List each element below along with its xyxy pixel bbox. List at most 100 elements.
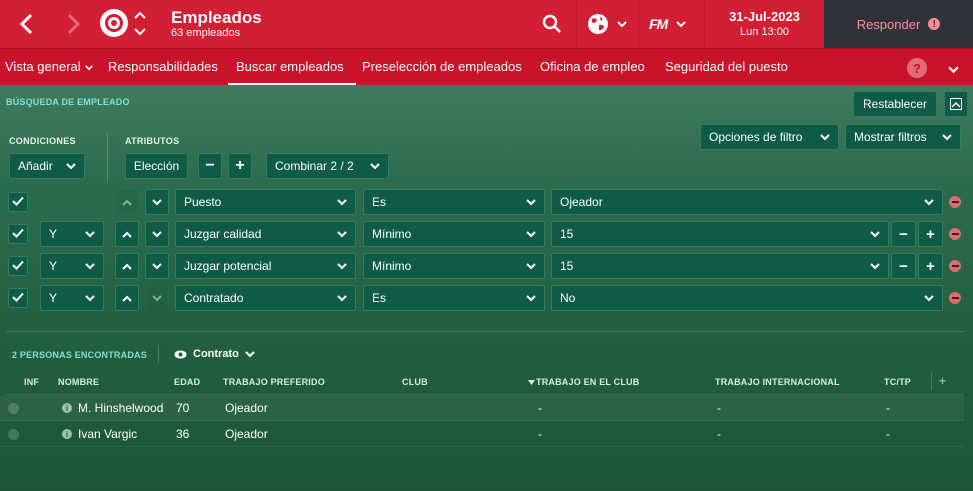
cell-name[interactable]: Ivan Vargic [78,427,137,441]
fm-menu-button[interactable]: FM [649,12,686,36]
forward-arrow-icon[interactable] [60,10,88,38]
attributes-label: ATRIBUTOS [125,136,180,146]
move-down-button[interactable] [145,189,169,215]
chevron-down-icon [870,230,880,238]
chevron-down-icon [370,162,380,170]
col-nombre[interactable]: NOMBRE [58,377,99,387]
move-down-button[interactable] [145,221,169,247]
filter-field-dropdown[interactable]: Juzgar calidad [175,221,356,247]
filter-operator-dropdown[interactable]: Mínimo [363,253,545,279]
respond-button[interactable]: Responder ! [824,0,973,48]
tab-vista-general[interactable]: Vista general [5,49,93,86]
filter-logic-dropdown[interactable]: Y [40,285,104,311]
filter-enabled-checkbox[interactable] [8,192,28,212]
value-decrease-button[interactable]: − [891,221,916,247]
move-up-button[interactable] [115,285,139,311]
filter-logic-dropdown[interactable]: Y [40,253,104,279]
value-decrease-button[interactable]: − [891,253,916,279]
move-up-button[interactable] [115,221,139,247]
reset-button[interactable]: Restablecer [853,91,937,117]
chevron-down-icon[interactable] [948,61,959,79]
col-trabajo-preferido[interactable]: TRABAJO PREFERIDO [223,377,325,387]
show-filters-dropdown[interactable]: Mostrar filtros [845,124,961,150]
collapse-icon [950,98,962,110]
search-icon[interactable] [542,12,562,36]
help-icon[interactable]: ? [907,58,927,78]
filter-field-dropdown[interactable]: Juzgar potencial [175,253,356,279]
col-trabajo-en-el-club[interactable]: TRABAJO EN EL CLUB [528,377,639,387]
globe-menu-button[interactable] [587,12,627,36]
move-down-button[interactable] [145,253,169,279]
chevron-down-icon [337,262,347,270]
cell-name[interactable]: M. Hinshelwood [78,401,163,415]
club-crest-icon[interactable] [100,9,128,37]
col-tc-tp[interactable]: TC/TP [884,377,911,387]
chevron-down-icon [245,350,255,358]
chevron-down-icon [526,262,536,270]
collapse-panel-button[interactable] [944,91,968,117]
tab-responsabilidades[interactable]: Responsabilidades [108,49,218,86]
up-down-icon[interactable] [133,9,147,39]
check-icon [12,257,24,275]
filter-enabled-checkbox[interactable] [8,224,28,244]
filter-enabled-checkbox[interactable] [8,288,28,308]
filter-value-dropdown[interactable]: Ojeador [551,189,943,215]
back-arrow-icon[interactable] [12,10,40,38]
table-row[interactable]: i M. Hinshelwood 70 Ojeador - - - [0,395,964,421]
filter-options-dropdown[interactable]: Opciones de filtro [700,124,839,150]
remove-filter-icon[interactable] [949,292,961,304]
move-up-button[interactable] [115,189,139,215]
chevron-down-icon [526,294,536,302]
remove-filter-icon[interactable] [949,260,961,272]
section-title: BÚSQUEDA DE EMPLEADO [6,97,130,107]
remove-filter-icon[interactable] [949,228,961,240]
move-up-button[interactable] [115,253,139,279]
remove-attribute-button[interactable]: − [198,153,222,179]
search-panel: BÚSQUEDA DE EMPLEADO Restablecer CONDICI… [0,85,973,491]
filter-field-dropdown[interactable]: Contratado [175,285,356,311]
col-edad[interactable]: EDAD [174,377,200,387]
col-club[interactable]: CLUB [402,377,428,387]
tab-preseleccion-empleados[interactable]: Preselección de empleados [362,49,522,86]
info-icon[interactable]: i [62,403,72,413]
date-text: 31-Jul-2023 [729,9,800,24]
info-icon[interactable]: i [62,429,72,439]
filter-value-dropdown[interactable]: 15 [551,253,889,279]
cell-preferred-job: Ojeador [225,401,268,415]
value-increase-button[interactable]: + [918,221,943,247]
time-text: Lun 13:00 [740,26,789,38]
filter-operator-dropdown[interactable]: Es [363,285,545,311]
add-condition-dropdown[interactable]: Añadir [9,153,85,179]
value-increase-button[interactable]: + [918,253,943,279]
chevron-up-icon [122,199,132,206]
filter-logic-dropdown[interactable]: Y [40,221,104,247]
cell-intl-job: - [717,401,721,415]
remove-filter-icon[interactable] [949,196,961,208]
chevron-down-icon [85,230,95,238]
tab-buscar-empleados[interactable]: Buscar empleados [228,49,356,86]
filter-value-dropdown[interactable]: 15 [551,221,889,247]
tab-seguridad-puesto[interactable]: Seguridad del puesto [665,49,788,86]
add-column-button[interactable]: + [939,374,946,388]
move-down-button[interactable] [145,285,169,311]
chevron-down-icon [676,20,686,28]
game-date[interactable]: 31-Jul-2023 Lun 13:00 [705,0,824,48]
chevron-down-icon [526,198,536,206]
fm-logo-icon: FM [649,16,668,32]
col-trabajo-internacional[interactable]: TRABAJO INTERNACIONAL [715,377,840,387]
filter-operator-dropdown[interactable]: Es [363,189,545,215]
chevron-down-icon [152,262,162,270]
table-row[interactable]: i Ivan Vargic 36 Ojeador - - - [0,421,964,447]
filter-enabled-checkbox[interactable] [8,256,28,276]
col-inf[interactable]: INF [24,377,39,387]
conditions-label: CONDICIONES [9,136,76,146]
view-selector[interactable]: Contrato [174,348,255,360]
combine-dropdown[interactable]: Combinar 2 / 2 [266,153,389,179]
filter-value-dropdown[interactable]: No [551,285,943,311]
filter-field-dropdown[interactable]: Puesto [175,189,356,215]
filter-operator-dropdown[interactable]: Mínimo [363,221,545,247]
check-icon [12,225,24,243]
choice-button[interactable]: Elección [125,153,188,179]
add-attribute-button[interactable]: + [228,153,252,179]
tab-oficina-empleo[interactable]: Oficina de empleo [540,49,645,86]
